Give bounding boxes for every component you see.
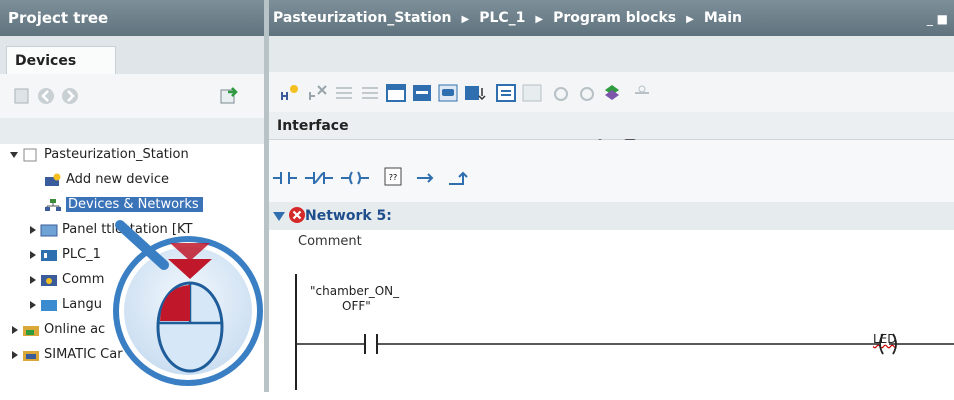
expand-right-icon[interactable] (30, 300, 36, 309)
tree-header (0, 118, 264, 144)
insert-network-icon[interactable] (279, 82, 301, 104)
mouse-click-cursor-icon (113, 220, 263, 386)
add-device-icon (45, 173, 61, 186)
window-buttons[interactable]: _ ■ (927, 12, 948, 26)
open-branch-icon[interactable] (416, 170, 438, 186)
tree-item-label: Add new device (66, 172, 170, 187)
add-row-icon[interactable] (359, 82, 381, 104)
plc-icon (41, 249, 57, 261)
breadcrumb-item[interactable]: Pasteurization_Station (273, 10, 452, 26)
tab-devices[interactable]: Devices (6, 46, 116, 74)
breadcrumb-item[interactable]: Program blocks (553, 10, 676, 26)
tree-item-label: Online ac (44, 322, 106, 337)
expand-down-icon[interactable] (10, 151, 18, 158)
project-icon (23, 148, 37, 161)
expand-right-icon[interactable] (12, 325, 18, 334)
tree-item-label: Langu (62, 297, 102, 312)
absolute-operands-icon[interactable] (463, 82, 489, 104)
tree-item-online-access[interactable]: Online ac (12, 318, 105, 342)
online-access-icon (23, 325, 39, 336)
normally-closed-contact-icon[interactable] (304, 170, 334, 186)
back-icon[interactable] (36, 86, 56, 106)
tree-item-label: PLC_1 (62, 247, 101, 262)
go-to-icon[interactable] (551, 82, 573, 104)
delete-network-icon[interactable] (307, 82, 329, 104)
tree-item-label: Comm (62, 272, 105, 287)
normally-open-contact-icon[interactable] (272, 170, 298, 186)
breadcrumb-separator-icon: ▶ (686, 14, 694, 25)
card-reader-icon (23, 350, 39, 361)
tree-item-devices-networks[interactable]: Devices & Networks (44, 193, 203, 217)
expand-right-icon[interactable] (30, 275, 36, 284)
languages-icon (41, 299, 57, 311)
expand-right-icon[interactable] (30, 250, 36, 259)
online-icon[interactable] (631, 82, 653, 104)
expand-right-icon[interactable] (30, 225, 36, 234)
common-data-icon (41, 274, 57, 286)
tree-item-root[interactable]: Pasteurization_Station (10, 143, 189, 167)
editor-toolbar (269, 72, 954, 113)
tree-item-label-selected: Devices & Networks (66, 197, 203, 212)
collapse-all-icon[interactable] (411, 82, 433, 104)
go-to-next-icon[interactable] (577, 82, 599, 104)
tree-item-label: Pasteurization_Station (44, 147, 189, 162)
svg-text:??: ?? (389, 173, 398, 182)
favorites-icon[interactable] (495, 82, 517, 104)
tree-item-common[interactable]: Comm (30, 268, 104, 292)
interface-section[interactable]: Interface (269, 112, 954, 140)
empty-box-icon[interactable]: ?? (383, 166, 405, 188)
no-contact-symbol (364, 334, 378, 354)
breadcrumb-separator-icon: ▶ (535, 14, 544, 25)
network-comment[interactable]: Comment (298, 234, 362, 249)
ladder-rung (295, 274, 954, 390)
editor-toolbar-top (269, 36, 954, 72)
breadcrumb-separator-icon: ▶ (461, 14, 470, 25)
tree-item-plc[interactable]: PLC_1 (30, 243, 101, 267)
expand-all-icon[interactable] (385, 82, 407, 104)
expand-right-icon[interactable] (12, 350, 18, 359)
error-icon (289, 207, 305, 223)
forward-icon[interactable] (60, 86, 80, 106)
ladder-elements-toolbar (269, 140, 954, 203)
new-icon[interactable] (12, 86, 32, 106)
close-branch-icon[interactable] (448, 170, 470, 186)
project-tree-title: Project tree (0, 0, 264, 36)
breadcrumb-item[interactable]: PLC_1 (479, 10, 525, 26)
insert-row-icon[interactable] (333, 82, 355, 104)
output-coil-icon[interactable] (340, 170, 370, 186)
breadcrumb: Pasteurization_Station ▶ PLC_1 ▶ Program blo… (269, 0, 954, 36)
tree-item-add-device[interactable]: Add new device (44, 168, 169, 192)
breadcrumb-item[interactable]: Main (704, 10, 742, 26)
network-icon (45, 198, 61, 211)
export-icon[interactable] (218, 84, 240, 106)
tree-item-languages[interactable]: Langu (30, 293, 102, 317)
hmi-panel-icon (40, 224, 58, 236)
project-tree-toolbar (0, 74, 264, 119)
watch-icon[interactable] (521, 82, 543, 104)
comments-icon[interactable] (437, 82, 459, 104)
monitor-icon[interactable] (601, 82, 623, 104)
network-title: Network 5: (305, 208, 392, 224)
